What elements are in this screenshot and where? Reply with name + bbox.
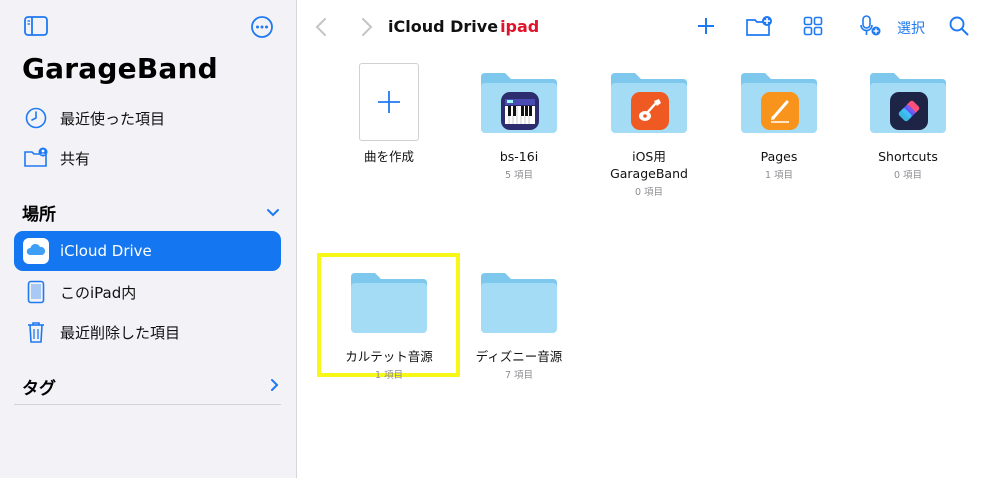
folder-icon (481, 273, 557, 333)
sidebar-item-label: iCloud Drive (60, 242, 152, 260)
shared-folder-icon (22, 144, 50, 172)
chevron-down-icon (266, 203, 280, 223)
forward-chevron-icon[interactable] (359, 16, 375, 38)
sidebar-divider (14, 404, 281, 405)
create-song-tile[interactable]: 曲を作成 (324, 62, 454, 165)
sidebar-item-label: 共有 (60, 149, 91, 168)
toolbar-title-overlay: ipad (500, 17, 540, 36)
tile-count: 0 項目 (893, 170, 923, 181)
keyboard-icon (501, 92, 539, 130)
folder-tile-ios-garageband[interactable]: iOS用 GarageBand 0 項目 (584, 62, 714, 198)
tile-name: Pages (760, 149, 798, 164)
sidebar-item-label: このiPad内 (60, 283, 137, 302)
tile-name: ディズニー音源 (475, 349, 563, 364)
chevron-right-icon (270, 377, 280, 397)
locations-section-header[interactable]: 場所 (22, 200, 280, 225)
shortcuts-icon (890, 92, 928, 130)
folder-tile-quartet[interactable]: カルテット音源 1 項目 (324, 262, 454, 381)
tile-name: 曲を作成 (363, 149, 414, 164)
ipad-icon (22, 278, 50, 306)
folder-tile-shortcuts[interactable]: Shortcuts 0 項目 (843, 62, 973, 181)
sidebar-item-on-my-ipad[interactable]: このiPad内 (14, 272, 281, 312)
tags-section-header[interactable]: タグ (22, 374, 280, 399)
trash-icon (22, 318, 50, 346)
sidebar-item-icloud-drive[interactable]: iCloud Drive (14, 231, 281, 271)
sidebar-item-shared[interactable]: 共有 (14, 138, 281, 178)
folder-tile-pages[interactable]: Pages 1 項目 (714, 62, 844, 181)
grid-view-icon[interactable] (802, 15, 824, 37)
folder-tile-bs-16i[interactable]: bs-16i 5 項目 (454, 62, 584, 181)
plus-icon (359, 63, 419, 141)
more-options-icon[interactable] (250, 15, 274, 39)
sidebar-item-label: 最近削除した項目 (60, 323, 181, 342)
search-icon[interactable] (948, 15, 970, 37)
tile-count: 0 項目 (634, 187, 664, 198)
sidebar: GarageBand 最近使った項目 共有 場所 iCloud Drive この… (0, 0, 297, 478)
main-content: iCloud Drive ipad 選択 曲を作成 bs-16i 5 項目 iO… (297, 0, 998, 478)
select-button[interactable]: 選択 (897, 18, 925, 38)
tile-name: bs-16i (499, 149, 539, 164)
sidebar-toggle-icon[interactable] (24, 15, 48, 37)
locations-header-label: 場所 (22, 205, 56, 225)
clock-icon (22, 104, 50, 132)
tile-name: iOS用 GarageBand (610, 149, 688, 181)
tile-name: カルテット音源 (345, 349, 433, 364)
tags-header-label: タグ (22, 379, 56, 399)
folder-tile-disney[interactable]: ディズニー音源 7 項目 (454, 262, 584, 381)
tile-count: 1 項目 (374, 370, 404, 381)
toolbar-title-text: iCloud Drive (388, 17, 499, 36)
sidebar-item-recently-deleted[interactable]: 最近削除した項目 (14, 312, 281, 352)
tile-count: 1 項目 (764, 170, 794, 181)
toolbar-title: iCloud Drive ipad (388, 17, 539, 36)
tile-count: 5 項目 (504, 170, 534, 181)
app-title: GarageBand (22, 52, 218, 85)
tile-count: 7 項目 (504, 370, 534, 381)
sidebar-item-label: 最近使った項目 (60, 109, 166, 128)
tile-name: Shortcuts (878, 149, 938, 164)
microphone-add-icon[interactable] (858, 14, 882, 38)
folder-icon (351, 273, 427, 333)
sidebar-item-recents[interactable]: 最近使った項目 (14, 98, 281, 138)
icloud-icon (22, 237, 50, 265)
add-icon[interactable] (695, 15, 717, 37)
back-chevron-icon[interactable] (313, 16, 329, 38)
pages-icon (761, 92, 799, 130)
new-folder-icon[interactable] (745, 14, 773, 38)
garageband-icon (631, 92, 669, 130)
